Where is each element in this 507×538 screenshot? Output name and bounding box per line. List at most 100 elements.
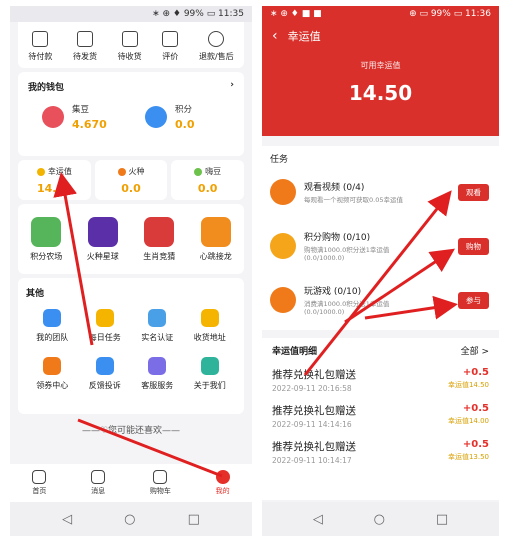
balance-label: 嗨豆 xyxy=(205,167,222,176)
order-refund[interactable]: 退款/售后 xyxy=(199,31,234,62)
record-name: 推荐兑换礼包赠送 xyxy=(272,441,356,453)
menu-label: 反馈投诉 xyxy=(88,381,121,390)
record-name: 推荐兑换礼包赠送 xyxy=(272,405,356,417)
task-title: 任务 xyxy=(270,155,289,165)
record-balance: 幸运值14.00 xyxy=(447,417,489,425)
balance-value: 0.0 xyxy=(197,182,218,195)
wallet-item-jidou[interactable]: 集豆 4.670 xyxy=(28,103,131,131)
zodiac-icon xyxy=(144,216,175,247)
watch-button[interactable]: 观看 xyxy=(458,184,489,201)
lucky-value-box[interactable]: 幸运值 14.50 xyxy=(18,160,91,200)
message-icon xyxy=(91,470,106,484)
hi-bean-box[interactable]: 嗨豆 0.0 xyxy=(171,160,245,200)
menu-feedback[interactable]: 反馈投诉 xyxy=(79,357,132,391)
order-label: 评价 xyxy=(162,52,179,61)
game-points-farm[interactable]: 积分农场 xyxy=(30,216,62,262)
record-row: 推荐兑换礼包赠送 2022-09-11 10:14:17 +0.5 幸运值13.50 xyxy=(272,439,489,465)
order-review[interactable]: 评价 xyxy=(162,31,179,62)
wallet-card: 我的钱包 › 集豆 4.670 积分 0.0 xyxy=(18,72,244,156)
comment-icon xyxy=(162,31,179,47)
menu-my-team[interactable]: 我的团队 xyxy=(26,309,79,343)
shop-button[interactable]: 购物 xyxy=(458,238,489,255)
back-nav-icon[interactable]: ◁ xyxy=(62,512,72,527)
record-date: 2022-09-11 20:16:58 xyxy=(272,384,352,393)
service-icon xyxy=(148,357,167,375)
tab-home[interactable]: 首页 xyxy=(32,470,47,496)
coin-icon xyxy=(42,106,64,128)
coupon-icon xyxy=(43,357,62,375)
recent-apps-icon[interactable]: □ xyxy=(436,512,448,527)
tab-label: 首页 xyxy=(32,487,47,495)
menu-customer-service[interactable]: 客服服务 xyxy=(131,357,184,391)
status-icons-right: ⊕ ▭ 99% ▭ 11:36 xyxy=(409,9,491,19)
order-shortcuts: 待付款 待发货 待收货 评价 退款/售后 xyxy=(18,22,244,68)
tab-mine[interactable]: 我的 xyxy=(215,470,230,496)
cart-icon xyxy=(153,470,168,484)
order-label: 待发货 xyxy=(72,52,97,61)
home-nav-icon[interactable]: ○ xyxy=(124,512,135,527)
order-pending-receipt[interactable]: 待收货 xyxy=(118,31,142,62)
right-phone-screen: ∗ ⊕ ♦ ■ ■ ⊕ ▭ 99% ▭ 11:36 ‹ 幸运值 可用幸运值 14.… xyxy=(262,6,499,536)
record-balance: 幸运值13.50 xyxy=(447,453,489,461)
join-button[interactable]: 参与 xyxy=(458,292,489,309)
star-icon xyxy=(36,167,45,176)
record-amount: +0.5 xyxy=(462,439,489,450)
points-icon xyxy=(145,106,167,128)
record-amount: +0.5 xyxy=(462,367,489,378)
home-icon xyxy=(32,470,47,484)
menu-about-us[interactable]: 关于我们 xyxy=(184,357,237,391)
order-pending-payment[interactable]: 待付款 xyxy=(28,31,52,62)
menu-label: 每日任务 xyxy=(88,333,121,342)
wallet-item-points[interactable]: 积分 0.0 xyxy=(131,103,234,131)
menu-address[interactable]: 收货地址 xyxy=(184,309,237,343)
tab-cart[interactable]: 购物车 xyxy=(150,470,171,496)
bottom-tab-bar: 首页 消息 购物车 我的 xyxy=(10,464,252,502)
box-icon xyxy=(76,31,93,47)
id-card-icon xyxy=(148,309,167,327)
order-label: 待收货 xyxy=(117,52,142,61)
menu-label: 关于我们 xyxy=(193,381,226,390)
system-nav-bar: ◁ ○ □ xyxy=(262,502,499,536)
chevron-right-icon[interactable]: › xyxy=(230,80,234,93)
game-zodiac-guess[interactable]: 生肖竞猜 xyxy=(143,216,176,262)
home-nav-icon[interactable]: ○ xyxy=(374,512,385,527)
game-label: 生肖竞猜 xyxy=(143,251,176,261)
status-icons-left: ∗ ⊕ ♦ ■ ■ xyxy=(270,9,322,19)
order-label: 待付款 xyxy=(28,52,53,61)
status-bar: ∗ ⊕ ♦ 99% ▭ 11:35 xyxy=(10,6,252,22)
back-arrow-icon[interactable]: ‹ xyxy=(272,28,278,44)
game-fire-planet[interactable]: 火种星球 xyxy=(87,216,119,262)
record-row: 推荐兑换礼包赠送 2022-09-11 14:14:16 +0.5 幸运值14.00 xyxy=(272,403,489,429)
order-label: 退款/售后 xyxy=(198,52,234,61)
record-row: 推荐兑换礼包赠送 2022-09-11 20:16:58 +0.5 幸运值14.50 xyxy=(272,367,489,393)
available-label: 可用幸运值 xyxy=(360,61,401,70)
wallet-label: 集豆 xyxy=(72,105,90,115)
tab-messages[interactable]: 消息 xyxy=(91,470,106,496)
bean-icon xyxy=(194,167,203,176)
menu-label: 客服服务 xyxy=(141,381,174,390)
menu-label: 实名认证 xyxy=(141,333,174,342)
wallet-label: 积分 xyxy=(175,105,193,115)
menu-real-name[interactable]: 实名认证 xyxy=(131,309,184,343)
all-filter[interactable]: 全部 > xyxy=(461,344,489,357)
menu-coupon-center[interactable]: 领券中心 xyxy=(26,357,79,391)
other-section: 其他 我的团队 每日任务 实名认证 收货地址 领券中心 反馈投诉 客服服务 关于… xyxy=(18,278,244,414)
video-icon xyxy=(270,179,296,205)
record-date: 2022-09-11 14:14:16 xyxy=(272,420,352,429)
wallet-icon xyxy=(32,31,49,47)
task-watch-video: 观看视频 (0/4) 每观看一个视频可获取0.05幸运值 观看 xyxy=(270,165,491,219)
menu-daily-task[interactable]: 每日任务 xyxy=(79,309,132,343)
balance-label: 幸运值 xyxy=(47,167,72,176)
back-nav-icon[interactable]: ◁ xyxy=(313,512,323,527)
user-icon xyxy=(215,470,230,484)
status-bar: ∗ ⊕ ♦ ■ ■ ⊕ ▭ 99% ▭ 11:36 xyxy=(262,6,499,22)
balance-value: 0.0 xyxy=(121,182,141,195)
order-pending-shipment[interactable]: 待发货 xyxy=(73,31,97,62)
game-heartbeat-chain[interactable]: 心跳接龙 xyxy=(200,216,232,262)
menu-label: 我的团队 xyxy=(36,333,69,342)
tab-label: 购物车 xyxy=(149,487,171,495)
recent-apps-icon[interactable]: □ xyxy=(188,512,200,527)
team-icon xyxy=(43,309,62,327)
fire-seed-box[interactable]: 火种 0.0 xyxy=(94,160,168,200)
screenshot-root: ∗ ⊕ ♦ 99% ▭ 11:35 待付款 待发货 待收货 评价 退款/售后 我… xyxy=(0,0,507,538)
